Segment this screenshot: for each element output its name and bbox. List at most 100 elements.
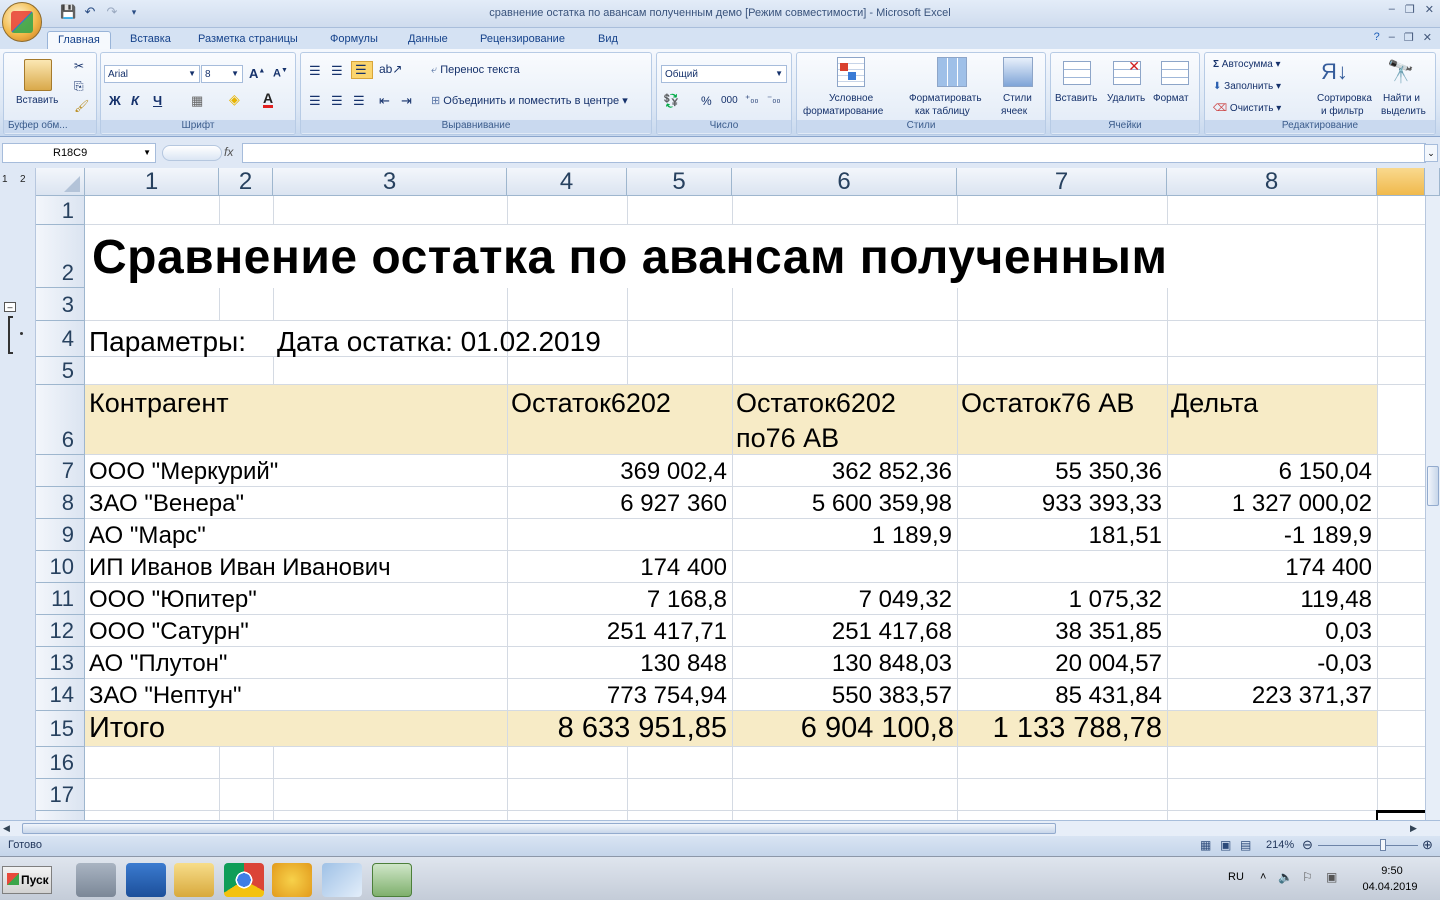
cell-balance-6202[interactable]: 7 168,8 bbox=[507, 586, 727, 614]
cell-balance-6202[interactable]: 130 848 bbox=[507, 650, 727, 678]
cell-balance-6202-76[interactable]: 550 383,57 bbox=[732, 682, 952, 710]
zoom-in-icon[interactable]: ⊕ bbox=[1422, 837, 1433, 853]
format-as-table-label-1[interactable]: Форматировать bbox=[909, 93, 982, 104]
tab-view[interactable]: Вид bbox=[588, 31, 628, 50]
1c-app-icon[interactable] bbox=[272, 863, 312, 897]
binoculars-icon[interactable]: 🔭 bbox=[1387, 59, 1414, 85]
cell-styles-icon[interactable] bbox=[1003, 57, 1033, 87]
row-header[interactable]: 9 bbox=[36, 519, 85, 551]
params-value[interactable]: Дата остатка: 01.02.2019 bbox=[277, 326, 601, 358]
zoom-out-icon[interactable]: ⊖ bbox=[1302, 837, 1313, 853]
cell-balance-6202-76[interactable]: 1 189,9 bbox=[732, 522, 952, 550]
column-header[interactable]: 2 bbox=[219, 168, 273, 196]
row-header[interactable]: 11 bbox=[36, 583, 85, 615]
grow-font-icon[interactable]: A▲ bbox=[249, 66, 265, 81]
find-select-label-1[interactable]: Найти и bbox=[1383, 93, 1420, 104]
cell-counterparty[interactable]: ЗАО "Нептун" bbox=[89, 682, 242, 710]
paste-button[interactable]: Вставить bbox=[16, 95, 58, 106]
align-top-icon[interactable]: ☰ bbox=[309, 63, 321, 79]
row-header[interactable]: 3 bbox=[36, 288, 85, 321]
format-as-table-label-2[interactable]: как таблицу bbox=[915, 106, 970, 117]
cell-balance-76[interactable]: 1 075,32 bbox=[957, 586, 1162, 614]
horizontal-scrollbar[interactable]: ◀ ▶ bbox=[0, 820, 1440, 836]
outline-level-1[interactable]: 1 bbox=[2, 174, 8, 185]
zoom-level[interactable]: 214% bbox=[1266, 839, 1294, 851]
cell-balance-6202-76[interactable]: 362 852,36 bbox=[732, 458, 952, 486]
row-header[interactable]: 15 bbox=[36, 711, 85, 747]
column-header[interactable]: 6 bbox=[732, 168, 957, 196]
font-color-icon[interactable]: A bbox=[263, 91, 274, 108]
cell-delta[interactable]: -1 189,9 bbox=[1167, 522, 1372, 550]
header-balance-6202-76-line2[interactable]: по76 АВ bbox=[736, 423, 839, 454]
format-cells-icon[interactable] bbox=[1161, 61, 1189, 85]
cell-balance-6202[interactable]: 6 927 360 bbox=[507, 490, 727, 518]
align-center-icon[interactable]: ☰ bbox=[331, 93, 343, 109]
view-pagebreak-icon[interactable]: ▤ bbox=[1240, 838, 1251, 852]
row-header[interactable]: 7 bbox=[36, 455, 85, 487]
row-header[interactable]: 13 bbox=[36, 647, 85, 679]
cell-delta[interactable]: -0,03 bbox=[1167, 650, 1372, 678]
row-header[interactable]: 17 bbox=[36, 779, 85, 811]
delete-cells-button[interactable]: Удалить bbox=[1107, 93, 1145, 104]
cell-balance-6202-76[interactable]: 5 600 359,98 bbox=[732, 490, 952, 518]
minimize-button[interactable]: – bbox=[1389, 3, 1395, 16]
font-name-select[interactable]: Arial ▼ bbox=[104, 65, 200, 83]
view-layout-icon[interactable]: ▣ bbox=[1220, 838, 1231, 852]
autosum-button[interactable]: Σ Автосумма ▾ bbox=[1213, 59, 1281, 70]
flag-icon[interactable]: ⚐ bbox=[1302, 870, 1313, 884]
find-select-label-2[interactable]: выделить bbox=[1381, 106, 1426, 117]
cell-balance-6202-76[interactable]: 251 417,68 bbox=[732, 618, 952, 646]
language-indicator[interactable]: RU bbox=[1228, 871, 1244, 883]
cell-delta[interactable]: 119,48 bbox=[1167, 586, 1372, 614]
row-header[interactable]: 12 bbox=[36, 615, 85, 647]
conditional-format-label-1[interactable]: Условное bbox=[829, 93, 873, 104]
number-format-select[interactable]: Общий ▼ bbox=[661, 65, 787, 83]
decrease-decimal-icon[interactable]: ⁻₀₀ bbox=[767, 94, 781, 105]
currency-icon[interactable]: 💱 bbox=[663, 93, 679, 109]
row-header-partial[interactable] bbox=[36, 811, 85, 820]
row-header[interactable]: 8 bbox=[36, 487, 85, 519]
cut-icon[interactable]: ✂ bbox=[74, 59, 84, 73]
row-header[interactable]: 2 bbox=[36, 225, 85, 288]
header-counterparty[interactable]: Контрагент bbox=[89, 388, 229, 419]
expand-formula-bar-icon[interactable]: ⌄ bbox=[1424, 144, 1438, 162]
restore-book-icon[interactable]: ❐ bbox=[1404, 31, 1414, 44]
wrap-text-button[interactable]: ⤶ Перенос текста bbox=[431, 64, 520, 77]
row-header[interactable]: 6 bbox=[36, 385, 85, 455]
align-bottom-icon[interactable]: ☰ bbox=[351, 61, 373, 79]
restore-button[interactable]: ❐ bbox=[1405, 3, 1415, 16]
total-balance-6202-76[interactable]: 6 904 100,8 bbox=[732, 712, 954, 745]
params-label[interactable]: Параметры: bbox=[89, 326, 246, 358]
cell-balance-6202-76[interactable]: 7 049,32 bbox=[732, 586, 952, 614]
close-button[interactable]: ✕ bbox=[1425, 3, 1434, 16]
cell-counterparty[interactable]: ООО "Юпитер" bbox=[89, 586, 257, 614]
cell-counterparty[interactable]: ООО "Сатурн" bbox=[89, 618, 249, 646]
clear-button[interactable]: ⌫ Очистить ▾ bbox=[1213, 103, 1281, 114]
header-delta[interactable]: Дельта bbox=[1171, 388, 1258, 419]
cell-delta[interactable]: 174 400 bbox=[1167, 554, 1372, 582]
sort-filter-label-1[interactable]: Сортировка bbox=[1317, 93, 1372, 104]
header-balance-6202[interactable]: Остаток6202 bbox=[511, 388, 671, 419]
align-left-icon[interactable]: ☰ bbox=[309, 93, 321, 109]
cell-delta[interactable]: 1 327 000,02 bbox=[1167, 490, 1372, 518]
file-explorer-icon[interactable] bbox=[174, 863, 214, 897]
merge-center-button[interactable]: ⊞ Объединить и поместить в центре ▾ bbox=[431, 94, 628, 107]
zoom-slider[interactable] bbox=[1318, 845, 1418, 846]
row-header[interactable]: 10 bbox=[36, 551, 85, 583]
delete-cells-icon[interactable]: ✕ bbox=[1113, 58, 1141, 85]
clock-time[interactable]: 9:50 bbox=[1362, 865, 1422, 877]
conditional-format-label-2[interactable]: форматирование bbox=[803, 106, 883, 117]
row-header[interactable]: 16 bbox=[36, 747, 85, 779]
fill-color-icon[interactable]: ◈ bbox=[229, 91, 240, 108]
percent-button[interactable]: % bbox=[701, 94, 712, 108]
network-icon[interactable]: ▣ bbox=[1326, 870, 1337, 884]
help-icon[interactable]: ? bbox=[1374, 31, 1380, 44]
tab-review[interactable]: Рецензирование bbox=[470, 31, 575, 50]
computer-app-icon[interactable] bbox=[76, 863, 116, 897]
tab-data[interactable]: Данные bbox=[398, 31, 458, 50]
header-balance-76[interactable]: Остаток76 АВ bbox=[961, 388, 1134, 419]
selected-cell[interactable] bbox=[1376, 810, 1425, 820]
fill-button[interactable]: ⬇ Заполнить ▾ bbox=[1213, 81, 1281, 92]
shrink-font-icon[interactable]: A▼ bbox=[273, 67, 288, 80]
total-balance-6202[interactable]: 8 633 951,85 bbox=[507, 712, 727, 745]
